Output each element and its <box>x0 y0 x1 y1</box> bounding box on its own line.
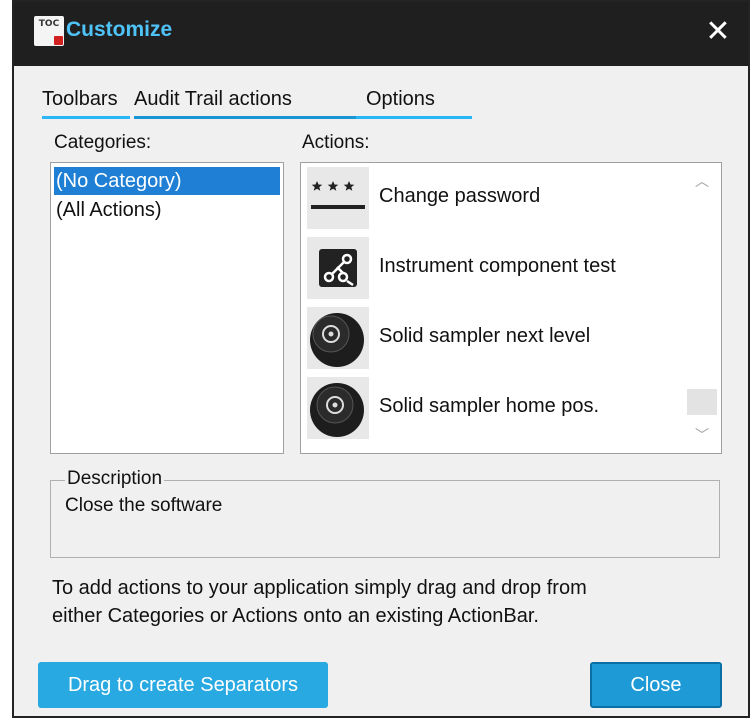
close-button[interactable]: Close <box>590 662 722 708</box>
action-change-password[interactable]: Change password <box>307 165 687 231</box>
password-stars-icon <box>307 167 369 229</box>
tab-options[interactable]: Options <box>356 82 472 119</box>
action-label: Change password <box>379 185 541 207</box>
drag-separators-button[interactable]: Drag to create Separators <box>38 662 328 708</box>
scroll-thumb[interactable] <box>687 389 717 415</box>
actions-label: Actions: <box>302 132 370 153</box>
drag-drop-hint: To add actions to your application simpl… <box>52 574 732 630</box>
customize-dialog: TOC Customize ✕ Toolbars Audit Trail act… <box>12 0 750 718</box>
action-label: Solid sampler next level <box>379 325 591 347</box>
hint-line-2: either Categories or Actions onto an exi… <box>52 605 539 627</box>
solid-sampler-home-icon <box>307 377 369 439</box>
category-no-category[interactable]: (No Category) <box>54 167 280 195</box>
component-test-icon <box>307 237 369 299</box>
solid-sampler-icon <box>307 307 369 369</box>
action-label: Solid sampler home pos. <box>379 395 600 417</box>
window-title: Customize <box>66 18 173 41</box>
categories-list[interactable]: (No Category) (All Actions) <box>50 162 284 454</box>
title-bar[interactable]: TOC Customize ✕ <box>14 2 748 66</box>
app-icon-text: TOC <box>38 19 60 29</box>
categories-label: Categories: <box>54 132 152 153</box>
hint-line-1: To add actions to your application simpl… <box>52 577 587 599</box>
app-icon-badge <box>54 36 63 45</box>
actions-scrollbar[interactable]: ︿ ﹀ <box>687 167 717 449</box>
description-title: Description <box>65 468 165 490</box>
action-solid-sampler-home-pos[interactable]: Solid sampler home pos. <box>307 375 687 441</box>
description-group: Description Close the software <box>50 468 720 558</box>
toc-app-icon: TOC <box>34 16 64 46</box>
action-instrument-component-test[interactable]: Instrument component test <box>307 235 687 301</box>
description-text: Close the software <box>65 495 223 516</box>
tab-toolbars[interactable]: Toolbars <box>42 82 130 119</box>
scroll-down-icon[interactable]: ﹀ <box>687 421 717 449</box>
actions-list[interactable]: Change password Instrument component tes <box>300 162 722 454</box>
tab-audit-trail-actions[interactable]: Audit Trail actions <box>134 82 358 119</box>
category-all-actions[interactable]: (All Actions) <box>54 196 280 224</box>
action-label: Instrument component test <box>379 255 616 277</box>
action-solid-sampler-next-level[interactable]: Solid sampler next level <box>307 305 687 371</box>
close-window-icon[interactable]: ✕ <box>702 12 734 52</box>
scroll-up-icon[interactable]: ︿ <box>687 167 717 195</box>
